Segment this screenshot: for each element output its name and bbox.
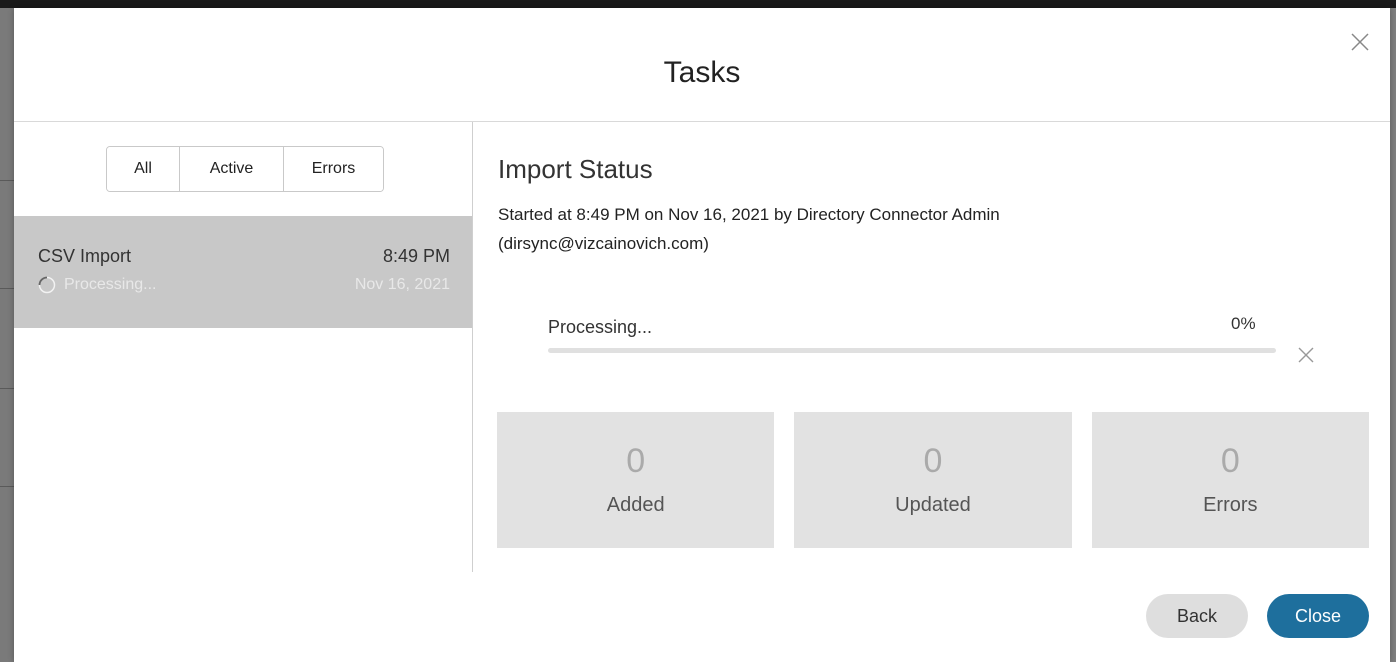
close-icon[interactable]: [1348, 30, 1372, 54]
background-divider: [0, 486, 14, 487]
stat-card-updated: 0 Updated: [794, 412, 1072, 548]
import-stats: 0 Added 0 Updated 0 Errors: [497, 412, 1369, 548]
task-status: Processing...: [38, 276, 156, 294]
stat-card-added: 0 Added: [497, 412, 775, 548]
import-status-title: Import Status: [498, 154, 653, 184]
screen: Tasks All Active Errors CSV Import 8:49 …: [0, 0, 1396, 662]
filter-errors-button[interactable]: Errors: [284, 147, 383, 191]
modal-title: Tasks: [663, 56, 741, 89]
cancel-import-icon[interactable]: [1295, 344, 1317, 366]
progress-percent: 0%: [1231, 314, 1256, 333]
progress-label: Processing...: [548, 317, 653, 337]
import-status-description: Started at 8:49 PM on Nov 16, 2021 by Di…: [498, 205, 1000, 253]
stat-value: 0: [626, 442, 646, 480]
filter-active-button[interactable]: Active: [180, 147, 284, 191]
stat-label: Errors: [1203, 494, 1258, 516]
stat-label: Added: [606, 494, 665, 516]
background-app-strip: [0, 8, 14, 662]
stat-label: Updated: [895, 494, 971, 516]
close-button[interactable]: Close: [1267, 594, 1369, 638]
background-divider: [0, 180, 14, 181]
background-topbar: [0, 0, 1396, 8]
stat-value: 0: [1220, 442, 1240, 480]
stat-value: 0: [923, 442, 943, 480]
progress-bar: [548, 348, 1276, 353]
task-list-pane: All Active Errors CSV Import 8:49 PM Pro…: [14, 122, 473, 572]
task-name: CSV Import: [38, 246, 132, 266]
task-status-label: Processing...: [64, 276, 157, 293]
background-divider: [0, 288, 14, 289]
back-button[interactable]: Back: [1146, 594, 1248, 638]
tasks-modal: Tasks All Active Errors CSV Import 8:49 …: [14, 8, 1390, 662]
task-list-item[interactable]: CSV Import 8:49 PM Processing... Nov 16,…: [14, 216, 472, 328]
spinner-icon: [38, 276, 56, 294]
filter-all-button[interactable]: All: [107, 147, 180, 191]
stat-card-errors: 0 Errors: [1091, 412, 1369, 548]
task-filter-group: All Active Errors: [106, 146, 384, 192]
modal-header: Tasks: [14, 8, 1390, 122]
import-status-pane: Import Status Started at 8:49 PM on Nov …: [473, 122, 1390, 572]
task-time: 8:49 PM: [382, 246, 450, 266]
background-divider: [0, 388, 14, 389]
task-date: Nov 16, 2021: [354, 276, 450, 293]
